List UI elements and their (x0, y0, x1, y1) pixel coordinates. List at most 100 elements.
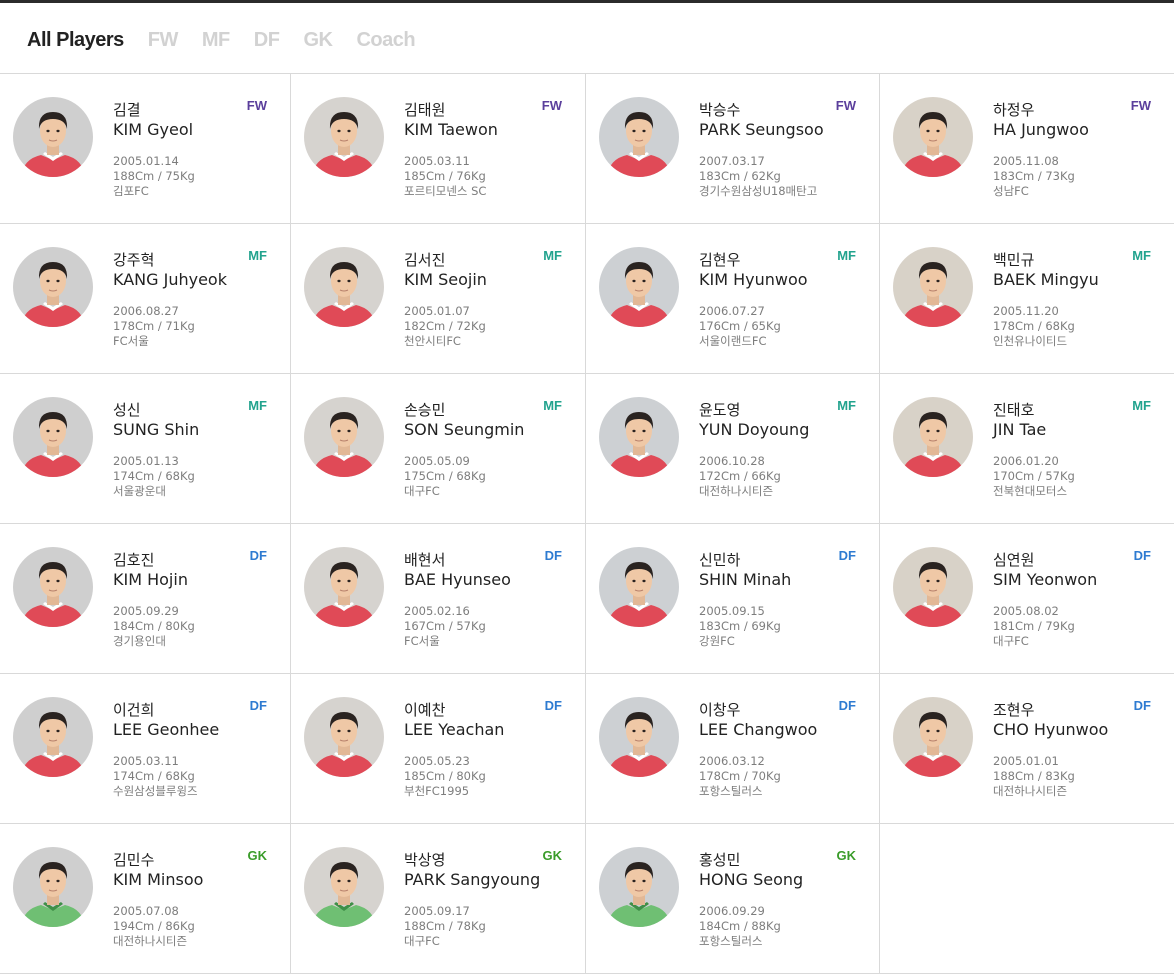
player-birthdate: 2005.09.15 (699, 604, 765, 618)
player-english-name: LEE Yeachan (404, 720, 505, 739)
tab-fw[interactable]: FW (148, 29, 179, 52)
player-club: 대구FC (993, 634, 1029, 648)
player-card[interactable]: 이건희 LEE Geonhee 2005.03.11 174Cm / 68Kg 수원삼성… (0, 674, 291, 824)
player-english-name: BAEK Mingyu (993, 270, 1099, 289)
player-english-name: SIM Yeonwon (993, 570, 1098, 589)
player-height-weight: 170Cm / 57Kg (993, 469, 1075, 483)
player-card[interactable]: 강주혁 KANG Juhyeok 2006.08.27 178Cm / 71Kg FC서… (0, 224, 291, 374)
player-club: 서울이랜드FC (699, 334, 767, 348)
player-card[interactable]: 김태원 KIM Taewon 2005.03.11 185Cm / 76Kg 포르티모넨… (291, 74, 586, 224)
position-badge: DF (544, 548, 562, 563)
empty-cell (880, 824, 1174, 974)
player-info: 이예찬 LEE Yeachan 2005.05.23 185Cm / 80Kg 부천FC… (404, 700, 575, 799)
player-card[interactable]: 조현우 CHO Hyunwoo 2005.01.01 188Cm / 83Kg 대전하나… (880, 674, 1174, 824)
player-photo (13, 847, 93, 927)
player-birthdate: 2005.09.17 (404, 904, 470, 918)
player-photo (13, 697, 93, 777)
player-card[interactable]: 홍성민 HONG Seong 2006.09.29 184Cm / 88Kg 포항스틸러… (586, 824, 880, 974)
player-height-weight: 183Cm / 69Kg (699, 619, 781, 633)
position-badge: FW (246, 98, 267, 113)
player-birthdate: 2005.01.13 (113, 454, 179, 468)
player-photo (13, 547, 93, 627)
player-height-weight: 184Cm / 88Kg (699, 919, 781, 933)
player-card[interactable]: 이창우 LEE Changwoo 2006.03.12 178Cm / 70Kg 포항스… (586, 674, 880, 824)
player-photo (599, 97, 679, 177)
player-card[interactable]: 손승민 SON Seungmin 2005.05.09 175Cm / 68Kg 대구F… (291, 374, 586, 524)
player-photo (893, 697, 973, 777)
position-badge: GK (836, 848, 857, 863)
player-info: 백민규 BAEK Mingyu 2005.11.20 178Cm / 68Kg 인천유나… (993, 250, 1164, 349)
player-info: 김결 KIM Gyeol 2005.01.14 188Cm / 75Kg 김포FC (113, 100, 280, 199)
tab-all-players[interactable]: All Players (27, 29, 124, 52)
player-english-name: SUNG Shin (113, 420, 200, 439)
player-birthdate: 2005.03.11 (404, 154, 470, 168)
player-height-weight: 178Cm / 71Kg (113, 319, 195, 333)
player-photo (599, 697, 679, 777)
player-birthdate: 2005.01.14 (113, 154, 179, 168)
player-english-name: LEE Geonhee (113, 720, 220, 739)
player-birthdate: 2006.01.20 (993, 454, 1059, 468)
player-birthdate: 2005.08.02 (993, 604, 1059, 618)
player-card[interactable]: 김호진 KIM Hojin 2005.09.29 184Cm / 80Kg 경기용인대 D… (0, 524, 291, 674)
player-card[interactable]: 진태호 JIN Tae 2006.01.20 170Cm / 57Kg 전북현대모터스 M… (880, 374, 1174, 524)
player-info: 심연원 SIM Yeonwon 2005.08.02 181Cm / 79Kg 대구FC (993, 550, 1164, 649)
player-club: 인천유나이티드 (993, 334, 1068, 348)
player-info: 이창우 LEE Changwoo 2006.03.12 178Cm / 70Kg 포항스… (699, 700, 869, 799)
player-card[interactable]: 배현서 BAE Hyunseo 2005.02.16 167Cm / 57Kg FC서울… (291, 524, 586, 674)
position-badge: FW (835, 98, 856, 113)
player-photo (599, 247, 679, 327)
player-height-weight: 188Cm / 83Kg (993, 769, 1075, 783)
player-club: 전북현대모터스 (993, 484, 1068, 498)
player-english-name: HONG Seong (699, 870, 804, 889)
player-card[interactable]: 하정우 HA Jungwoo 2005.11.08 183Cm / 73Kg 성남FC F… (880, 74, 1174, 224)
player-club: 포항스틸러스 (699, 934, 763, 948)
player-photo (599, 547, 679, 627)
position-badge: DF (249, 698, 267, 713)
player-club: 대구FC (404, 934, 440, 948)
player-height-weight: 174Cm / 68Kg (113, 769, 195, 783)
player-club: 천안시티FC (404, 334, 461, 348)
player-card[interactable]: 김결 KIM Gyeol 2005.01.14 188Cm / 75Kg 김포FC FW (0, 74, 291, 224)
position-badge: MF (543, 248, 562, 263)
player-english-name: SON Seungmin (404, 420, 525, 439)
player-card[interactable]: 김민수 KIM Minsoo 2005.07.08 194Cm / 86Kg 대전하나시… (0, 824, 291, 974)
player-card[interactable]: 백민규 BAEK Mingyu 2005.11.20 178Cm / 68Kg 인천유나… (880, 224, 1174, 374)
tab-gk[interactable]: GK (303, 29, 333, 52)
player-club: 수원삼성블루윙즈 (113, 784, 198, 798)
tab-coach[interactable]: Coach (356, 29, 415, 52)
player-birthdate: 2006.09.29 (699, 904, 765, 918)
player-info: 홍성민 HONG Seong 2006.09.29 184Cm / 88Kg 포항스틸러… (699, 850, 869, 949)
position-badge: FW (541, 98, 562, 113)
player-info: 박상영 PARK Sangyoung 2005.09.17 188Cm / 78Kg 대… (404, 850, 575, 949)
player-card[interactable]: 김서진 KIM Seojin 2005.01.07 182Cm / 72Kg 천안시티F… (291, 224, 586, 374)
player-height-weight: 174Cm / 68Kg (113, 469, 195, 483)
player-height-weight: 194Cm / 86Kg (113, 919, 195, 933)
player-birthdate: 2005.03.11 (113, 754, 179, 768)
player-photo (599, 397, 679, 477)
player-height-weight: 183Cm / 62Kg (699, 169, 781, 183)
player-card[interactable]: 이예찬 LEE Yeachan 2005.05.23 185Cm / 80Kg 부천FC… (291, 674, 586, 824)
player-club: 경기용인대 (113, 634, 166, 648)
player-birthdate: 2005.01.07 (404, 304, 470, 318)
player-club: 부천FC1995 (404, 784, 470, 798)
player-card[interactable]: 심연원 SIM Yeonwon 2005.08.02 181Cm / 79Kg 대구FC… (880, 524, 1174, 674)
tab-mf[interactable]: MF (202, 29, 230, 52)
player-english-name: JIN Tae (993, 420, 1047, 439)
player-height-weight: 184Cm / 80Kg (113, 619, 195, 633)
player-photo (304, 397, 384, 477)
tab-df[interactable]: DF (254, 29, 280, 52)
player-height-weight: 181Cm / 79Kg (993, 619, 1075, 633)
player-birthdate: 2005.11.20 (993, 304, 1059, 318)
player-birthdate: 2005.02.16 (404, 604, 470, 618)
player-info: 손승민 SON Seungmin 2005.05.09 175Cm / 68Kg 대구F… (404, 400, 575, 499)
player-birthdate: 2007.03.17 (699, 154, 765, 168)
player-card[interactable]: 신민하 SHIN Minah 2005.09.15 183Cm / 69Kg 강원FC D… (586, 524, 880, 674)
player-card[interactable]: 성신 SUNG Shin 2005.01.13 174Cm / 68Kg 서울광운대 MF (0, 374, 291, 524)
player-card[interactable]: 박상영 PARK Sangyoung 2005.09.17 188Cm / 78Kg 대… (291, 824, 586, 974)
player-card[interactable]: 김현우 KIM Hyunwoo 2006.07.27 176Cm / 65Kg 서울이랜… (586, 224, 880, 374)
player-card[interactable]: 윤도영 YUN Doyoung 2006.10.28 172Cm / 66Kg 대전하나… (586, 374, 880, 524)
player-info: 강주혁 KANG Juhyeok 2006.08.27 178Cm / 71Kg FC서… (113, 250, 280, 349)
player-club: 대구FC (404, 484, 440, 498)
player-card[interactable]: 박승수 PARK Seungsoo 2007.03.17 183Cm / 62Kg 경기… (586, 74, 880, 224)
player-photo (13, 397, 93, 477)
